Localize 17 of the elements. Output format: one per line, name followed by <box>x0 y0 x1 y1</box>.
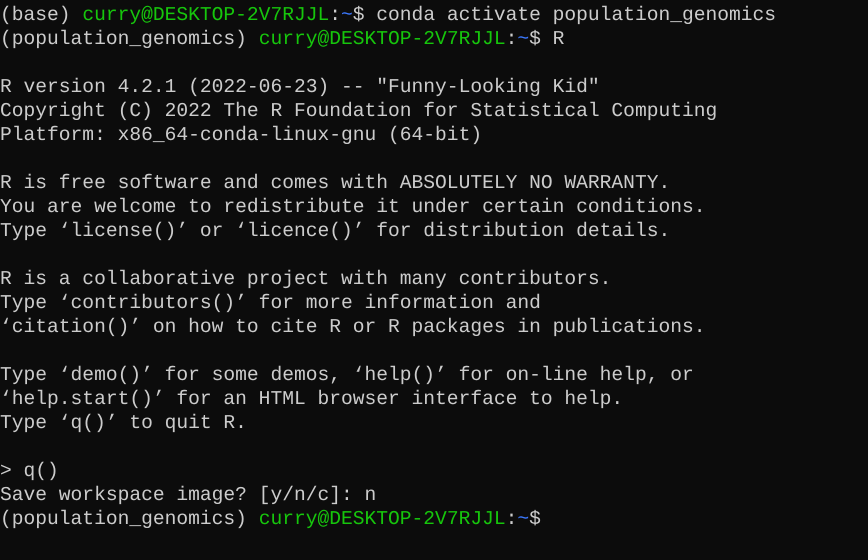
terminal-line: Save workspace image? [y/n/c]: n <box>0 483 376 507</box>
terminal-line: Copyright (C) 2022 The R Foundation for Statistical Computing <box>0 99 718 123</box>
terminal-line: Type ‘demo()’ for some demos, ‘help()’ for on-line help, or <box>0 363 694 387</box>
terminal-line: R is free software and comes with ABSOLUTELY NO WARRANTY. <box>0 171 670 195</box>
terminal-line: (base) curry@DESKTOP-2V7RJJL:~$ conda activate population_genomics <box>0 3 776 27</box>
terminal-line: R version 4.2.1 (2022-06-23) -- "Funny-Looking Kid" <box>0 75 600 99</box>
terminal-line: Type ‘q()’ to quit R. <box>0 411 247 435</box>
terminal-line: Platform: x86_64-conda-linux-gnu (64-bit) <box>0 123 482 147</box>
terminal-line: (population_genomics) curry@DESKTOP-2V7RJJL:~$ R <box>0 27 564 51</box>
terminal-line: ‘citation()’ on how to cite R or R packages in publications. <box>0 315 706 339</box>
terminal-line: R is a collaborative project with many contributors. <box>0 267 612 291</box>
terminal-line: (population_genomics) curry@DESKTOP-2V7RJJL:~$ <box>0 507 541 531</box>
terminal-line: Type ‘license()’ or ‘licence()’ for distribution details. <box>0 219 670 243</box>
terminal-line: > q() <box>0 459 59 483</box>
terminal-line: You are welcome to redistribute it under certain conditions. <box>0 195 706 219</box>
terminal-line: Type ‘contributors()’ for more information and <box>0 291 541 315</box>
terminal-line: ‘help.start()’ for an HTML browser interface to help. <box>0 387 624 411</box>
